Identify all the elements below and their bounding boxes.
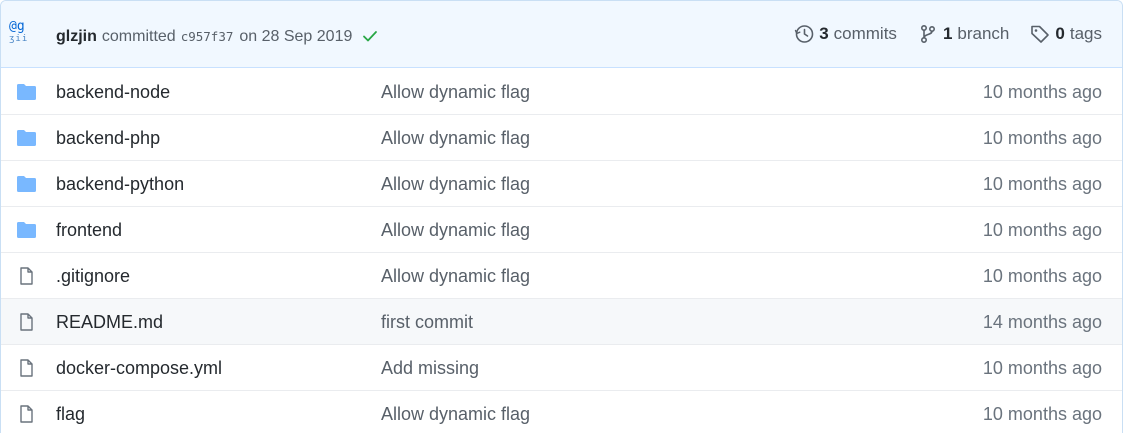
- file-name[interactable]: .gitignore: [56, 266, 130, 287]
- commit-message[interactable]: Allow dynamic flag: [381, 174, 530, 195]
- tag-icon: [1031, 25, 1050, 43]
- commit-message[interactable]: Allow dynamic flag: [381, 404, 530, 425]
- commit-date: on 28 Sep 2019: [239, 28, 353, 45]
- commits-count: 3: [819, 24, 829, 43]
- commit-age: 10 months ago: [982, 128, 1102, 148]
- commit-age: 10 months ago: [982, 220, 1102, 240]
- commit-age: 10 months ago: [982, 358, 1102, 378]
- avatar-text: @g: [9, 19, 25, 34]
- file-name[interactable]: README.md: [56, 312, 163, 333]
- file-icon: [20, 267, 33, 285]
- commit-age: 10 months ago: [982, 404, 1102, 424]
- folder-icon: [17, 176, 36, 192]
- commits-label: commits: [833, 24, 897, 43]
- file-name[interactable]: flag: [56, 404, 85, 425]
- commit-author[interactable]: glzjin: [56, 28, 97, 46]
- commits-link[interactable]: 3 commits: [793, 23, 897, 45]
- commit-age: 14 months ago: [982, 312, 1102, 332]
- commit-age: 10 months ago: [982, 266, 1102, 286]
- file-icon: [20, 313, 33, 331]
- file-row[interactable]: README.md first commit 14 months ago: [1, 299, 1122, 345]
- latest-commit-header: @g ʒii glzjin committed c957f37 on 28 Se…: [1, 1, 1122, 68]
- commit-message[interactable]: Allow dynamic flag: [381, 220, 530, 241]
- commit-info: glzjin committed c957f37 on 28 Sep 2019: [56, 25, 378, 46]
- file-name[interactable]: backend-python: [56, 174, 184, 195]
- branch-icon: [920, 24, 935, 44]
- folder-icon: [17, 130, 36, 146]
- file-name[interactable]: frontend: [56, 220, 122, 241]
- file-list: backend-node Allow dynamic flag 10 month…: [1, 69, 1122, 433]
- commit-message[interactable]: Add missing: [381, 358, 479, 379]
- commit-message[interactable]: Allow dynamic flag: [381, 82, 530, 103]
- file-row[interactable]: backend-php Allow dynamic flag 10 months…: [1, 115, 1122, 161]
- commit-sha[interactable]: c957f37: [181, 29, 234, 44]
- tags-count: 0: [1055, 24, 1065, 43]
- branches-count: 1: [942, 24, 953, 43]
- file-name[interactable]: backend-php: [56, 128, 160, 149]
- tags-link[interactable]: 0 tags: [1029, 23, 1102, 45]
- commit-message[interactable]: Allow dynamic flag: [381, 128, 530, 149]
- file-row[interactable]: backend-node Allow dynamic flag 10 month…: [1, 69, 1122, 115]
- commit-age: 10 months ago: [982, 174, 1102, 194]
- file-icon: [20, 405, 33, 423]
- branches-label: branch: [957, 24, 1010, 43]
- file-icon: [20, 359, 33, 377]
- folder-icon: [17, 222, 36, 238]
- commit-age: 10 months ago: [982, 82, 1102, 102]
- file-row[interactable]: backend-python Allow dynamic flag 10 mon…: [1, 161, 1122, 207]
- file-name[interactable]: docker-compose.yml: [56, 358, 222, 379]
- repo-meta: 3 commits 1 branch 0 tags: [773, 23, 1102, 45]
- file-browser: @g ʒii glzjin committed c957f37 on 28 Se…: [0, 0, 1123, 433]
- avatar-subtext: ʒii: [9, 34, 29, 44]
- file-row[interactable]: frontend Allow dynamic flag 10 months ag…: [1, 207, 1122, 253]
- author-avatar[interactable]: @g ʒii: [9, 20, 39, 50]
- branches-link[interactable]: 1 branch: [917, 23, 1009, 45]
- file-row[interactable]: docker-compose.yml Add missing 10 months…: [1, 345, 1122, 391]
- commit-message[interactable]: first commit: [381, 312, 473, 333]
- history-icon: [794, 25, 814, 43]
- file-row[interactable]: flag Allow dynamic flag 10 months ago: [1, 391, 1122, 433]
- tags-label: tags: [1069, 24, 1102, 43]
- commit-message[interactable]: Allow dynamic flag: [381, 266, 530, 287]
- file-name[interactable]: backend-node: [56, 82, 170, 103]
- commit-verb: committed: [101, 28, 176, 45]
- folder-icon: [17, 84, 36, 100]
- file-row[interactable]: .gitignore Allow dynamic flag 10 months …: [1, 253, 1122, 299]
- check-icon[interactable]: [362, 28, 378, 44]
